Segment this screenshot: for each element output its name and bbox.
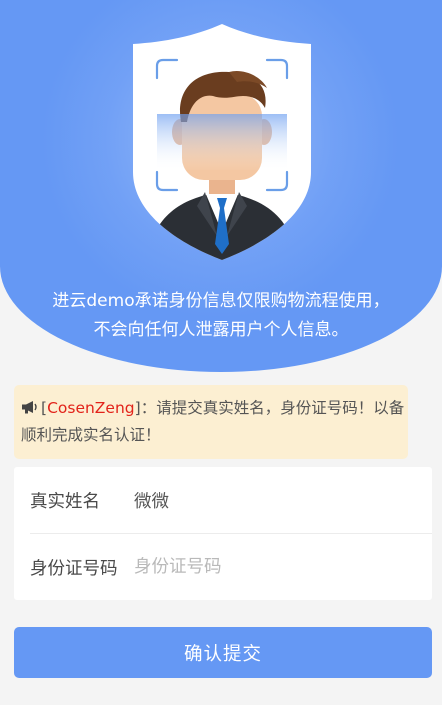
id-number-row: 身份证号码 (14, 534, 432, 600)
notice-username: CosenZeng (47, 399, 135, 417)
privacy-statement: 进云demo承诺身份信息仅限购物流程使用， 不会向任何人泄露用户个人信息。 (0, 287, 442, 345)
megaphone-icon (21, 396, 38, 414)
name-row: 真实姓名 (14, 467, 432, 533)
id-number-label: 身份证号码 (30, 558, 118, 579)
id-number-input[interactable] (134, 557, 404, 577)
privacy-statement-line2: 不会向任何人泄露用户个人信息。 (93, 320, 349, 340)
submit-button[interactable]: 确认提交 (14, 627, 432, 678)
hero-banner: 进云demo承诺身份信息仅限购物流程使用， 不会向任何人泄露用户个人信息。 (0, 0, 442, 372)
name-input[interactable] (134, 490, 404, 510)
verification-form: 真实姓名 身份证号码 (14, 467, 432, 600)
name-label: 真实姓名 (30, 491, 100, 512)
notice-banner: [CosenZeng]：请提交真实姓名，身份证号码！以备顺利完成实名认证！ (14, 385, 408, 459)
privacy-statement-line1: 进云demo承诺身份信息仅限购物流程使用， (52, 291, 390, 311)
shield-face-id-icon (125, 22, 319, 262)
